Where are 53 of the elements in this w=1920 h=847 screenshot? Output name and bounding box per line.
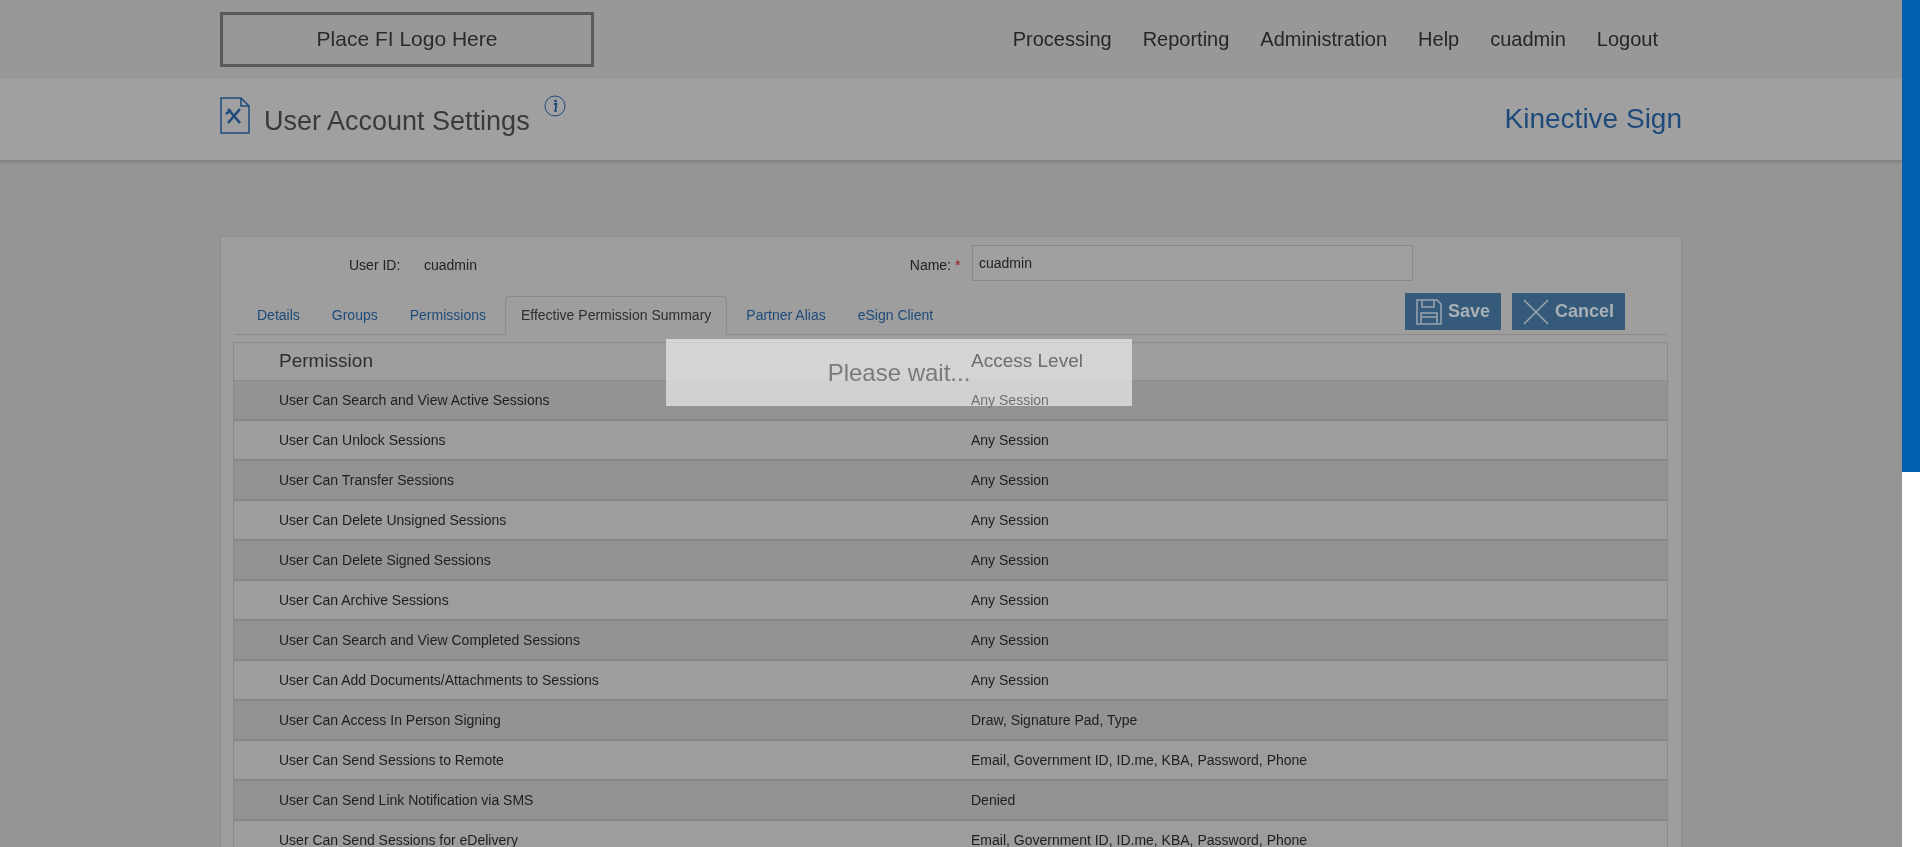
table-cell-text: Any Session: [971, 390, 1049, 410]
nav-link[interactable]: cuadmin: [1490, 24, 1566, 54]
required-mark: *: [955, 256, 960, 275]
table-cell-text: User Can Search and View Active Sessions: [278, 390, 550, 410]
table-cell-text: Any Session: [971, 510, 1049, 530]
user-id-value: cuadmin: [424, 256, 478, 275]
scrollbar-thumb[interactable]: [1902, 0, 1920, 472]
table-cell-text: User Can Unlock Sessions: [278, 430, 446, 450]
nav-link[interactable]: Reporting: [1142, 24, 1230, 54]
document-tool-icon: [220, 97, 250, 134]
table-cell-text: Any Session: [971, 630, 1049, 650]
table-cell-text: User Can Delete Signed Sessions: [278, 550, 491, 570]
tab[interactable]: Groups: [315, 296, 394, 334]
logo-text: Place FI Logo Here: [316, 26, 498, 53]
column-header: Access Level: [971, 349, 1083, 374]
tab[interactable]: Details: [241, 296, 316, 334]
table-cell-text: User Can Send Sessions for eDelivery: [278, 830, 518, 847]
tab[interactable]: Partner Alias: [730, 296, 842, 334]
table-cell-text: Denied: [971, 790, 1016, 810]
name-field[interactable]: cuadmin: [972, 245, 1413, 281]
table-cell-text: Draw, Signature Pad, Type: [971, 710, 1138, 730]
table-cell-text: Email, Government ID, ID.me, KBA, Password, Phone: [971, 830, 1308, 847]
table-cell-text: User Can Search and View Completed Sessions: [278, 630, 580, 650]
nav-link[interactable]: Logout: [1596, 24, 1658, 54]
save-icon: [1415, 298, 1442, 325]
table-cell-text: User Can Archive Sessions: [278, 590, 449, 610]
table-cell-text: User Can Transfer Sessions: [278, 470, 455, 490]
info-icon[interactable]: [543, 95, 566, 117]
table-cell-text: Any Session: [971, 590, 1049, 610]
nav-link[interactable]: Help: [1418, 24, 1460, 54]
nav-link[interactable]: Administration: [1260, 24, 1388, 54]
table-cell-text: Email, Government ID, ID.me, KBA, Password, Phone: [971, 750, 1308, 770]
column-header: Permission: [278, 349, 373, 374]
close-icon: [1522, 298, 1549, 325]
brand-name: Kinective Sign: [1504, 102, 1682, 136]
user-id-label: User ID:: [349, 256, 402, 275]
save-button[interactable]: Save: [1404, 293, 1501, 330]
cancel-button[interactable]: Cancel: [1511, 293, 1625, 330]
table-cell-text: User Can Access In Person Signing: [278, 710, 501, 730]
table-cell-text: User Can Send Link Notification via SMS: [278, 790, 534, 810]
table-cell-text: User Can Delete Unsigned Sessions: [278, 510, 507, 530]
tab[interactable]: eSign Client: [841, 296, 950, 334]
table-cell-text: Any Session: [971, 430, 1049, 450]
page-title: User Account Settings: [264, 105, 530, 138]
table-cell-text: Any Session: [971, 670, 1049, 690]
table-cell-text: Any Session: [971, 470, 1049, 490]
nav-link[interactable]: Processing: [1012, 24, 1112, 54]
tab[interactable]: Effective Permission Summary: [504, 296, 728, 335]
table-cell-text: Any Session: [971, 550, 1049, 570]
table-cell-text: User Can Send Sessions to Remote: [278, 750, 504, 770]
table-cell-text: User Can Add Documents/Attachments to Sessions: [278, 670, 599, 690]
name-label: Name:: [908, 256, 951, 275]
tab[interactable]: Permissions: [393, 296, 502, 334]
